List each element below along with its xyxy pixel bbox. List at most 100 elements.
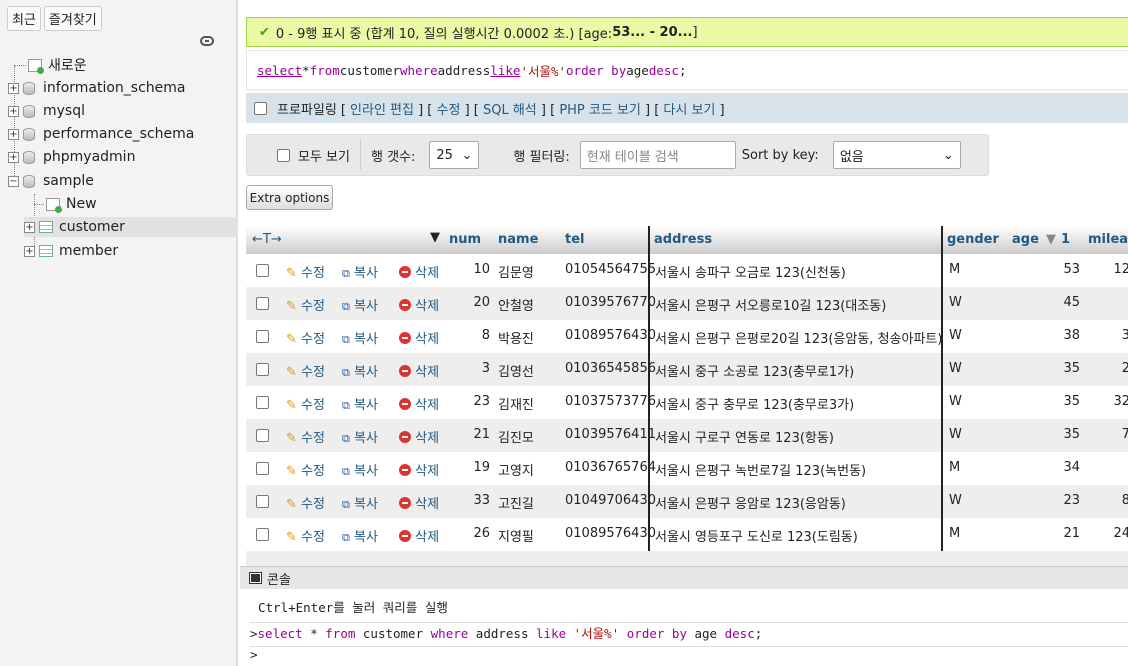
expand-icon[interactable]: + <box>8 105 19 117</box>
row-filter-input[interactable]: 현재 테이블 검색 <box>579 141 736 169</box>
cell-age[interactable]: 21 <box>1046 526 1080 541</box>
row-checkbox[interactable] <box>256 264 269 277</box>
row-count-select[interactable]: 25 ⌄ <box>429 141 480 169</box>
cell-gender[interactable]: M <box>949 460 960 475</box>
cell-mileage[interactable]: 8 <box>1106 493 1128 508</box>
cell-num[interactable]: 20 <box>446 295 490 310</box>
edit-row-button[interactable]: ✎ 수정 <box>286 295 325 314</box>
tree-item-performance-schema[interactable]: + performance_schema <box>8 124 194 144</box>
delete-row-button[interactable]: 삭제 <box>399 493 439 512</box>
cell-address[interactable]: 서울시 송파구 오금로 123(신천동) <box>655 262 846 281</box>
sort-dropdown-icon[interactable]: ▼ <box>430 230 440 245</box>
copy-row-button[interactable]: ⧉ 복사 <box>342 394 378 413</box>
cell-mileage[interactable]: 24 <box>1106 526 1128 541</box>
edit-row-button[interactable]: ✎ 수정 <box>286 262 325 281</box>
cell-address[interactable]: 서울시 구로구 연동로 123(항동) <box>655 427 834 446</box>
cell-name[interactable]: 김재진 <box>498 394 534 413</box>
copy-row-button[interactable]: ⧉ 복사 <box>342 526 378 545</box>
row-checkbox[interactable] <box>256 495 269 508</box>
row-checkbox[interactable] <box>256 462 269 475</box>
tree-item-mysql[interactable]: + mysql <box>8 101 85 121</box>
cell-address[interactable]: 서울시 은평구 서오릉로10길 123(대조동) <box>655 295 886 314</box>
cell-age[interactable]: 23 <box>1046 493 1080 508</box>
cell-name[interactable]: 김문영 <box>498 262 534 281</box>
cell-name[interactable]: 고영지 <box>498 460 534 479</box>
sql-keyword-like[interactable]: like <box>490 63 520 78</box>
sort-key-select[interactable]: 없음 ⌄ <box>832 141 961 169</box>
cell-tel[interactable]: 01036545856 <box>565 361 656 376</box>
cell-mileage[interactable]: 2 <box>1106 361 1128 376</box>
cell-age[interactable]: 53 <box>1046 262 1080 277</box>
show-all-checkbox[interactable] <box>277 148 290 162</box>
cell-mileage[interactable]: 3 <box>1106 328 1128 343</box>
cell-mileage[interactable]: 7 <box>1106 427 1128 442</box>
column-header-gender[interactable]: gender <box>947 232 999 247</box>
cell-num[interactable]: 21 <box>446 427 490 442</box>
cell-age[interactable]: 38 <box>1046 328 1080 343</box>
refresh-link[interactable]: 다시 보기 <box>663 103 715 118</box>
copy-row-button[interactable]: ⧉ 복사 <box>342 460 378 479</box>
tree-item-new-db[interactable]: 새로운 <box>14 55 87 75</box>
cell-gender[interactable]: M <box>949 262 960 277</box>
cell-name[interactable]: 김영선 <box>498 361 534 380</box>
edit-row-button[interactable]: ✎ 수정 <box>286 394 325 413</box>
delete-row-button[interactable]: 삭제 <box>399 328 439 347</box>
cell-age[interactable]: 35 <box>1046 361 1080 376</box>
cell-num[interactable]: 26 <box>446 526 490 541</box>
row-checkbox[interactable] <box>256 528 269 541</box>
copy-row-button[interactable]: ⧉ 복사 <box>342 328 378 347</box>
copy-row-button[interactable]: ⧉ 복사 <box>342 295 378 314</box>
column-header-mileage[interactable]: mileag <box>1088 232 1128 247</box>
cell-tel[interactable]: 01037573776 <box>565 394 656 409</box>
console-input[interactable]: > <box>250 647 258 662</box>
cell-num[interactable]: 19 <box>446 460 490 475</box>
column-header-address[interactable]: address <box>654 232 712 247</box>
cell-age[interactable]: 45 <box>1046 295 1080 310</box>
tree-item-member[interactable]: + member <box>24 241 118 261</box>
cell-gender[interactable]: W <box>949 427 962 442</box>
delete-row-button[interactable]: 삭제 <box>399 526 439 545</box>
cell-mileage[interactable]: 12 <box>1106 262 1128 277</box>
row-checkbox[interactable] <box>256 363 269 376</box>
cell-num[interactable]: 8 <box>446 328 490 343</box>
copy-row-button[interactable]: ⧉ 복사 <box>342 361 378 380</box>
cell-tel[interactable]: 01039576411 <box>565 427 656 442</box>
column-header-age[interactable]: age <box>1012 232 1039 247</box>
cell-gender[interactable]: M <box>949 526 960 541</box>
edit-row-button[interactable]: ✎ 수정 <box>286 460 325 479</box>
cell-age[interactable]: 34 <box>1046 460 1080 475</box>
edit-row-button[interactable]: ✎ 수정 <box>286 493 325 512</box>
recent-button[interactable]: 최근 <box>7 6 41 31</box>
copy-row-button[interactable]: ⧉ 복사 <box>342 262 378 281</box>
column-header-name[interactable]: name <box>498 232 538 247</box>
column-arrows-icon[interactable]: ←T→ <box>252 232 282 247</box>
extra-options-button[interactable]: Extra options <box>246 185 333 210</box>
link-icon[interactable] <box>200 36 214 46</box>
cell-name[interactable]: 김진모 <box>498 427 534 446</box>
cell-address[interactable]: 서울시 영등포구 도신로 123(도림동) <box>655 526 858 545</box>
cell-tel[interactable]: 01039576770 <box>565 295 656 310</box>
explain-sql-link[interactable]: SQL 해석 <box>483 103 537 118</box>
edit-link[interactable]: 수정 <box>437 103 461 118</box>
cell-name[interactable]: 안철영 <box>498 295 534 314</box>
tree-item-sample[interactable]: − sample <box>8 171 94 191</box>
cell-tel[interactable]: 01089576430 <box>565 328 656 343</box>
expand-icon[interactable]: + <box>8 82 19 94</box>
cell-address[interactable]: 서울시 중구 소공로 123(충무로1가) <box>655 361 854 380</box>
delete-row-button[interactable]: 삭제 <box>399 394 439 413</box>
cell-num[interactable]: 33 <box>446 493 490 508</box>
cell-address[interactable]: 서울시 중구 충무로 123(충무로3가) <box>655 394 854 413</box>
favorites-button[interactable]: 즐겨찾기 <box>43 6 102 31</box>
tree-item-customer[interactable]: + customer <box>24 217 238 237</box>
tree-item-information-schema[interactable]: + information_schema <box>8 78 186 98</box>
cell-address[interactable]: 서울시 은평구 은평로20길 123(응암동, 청송아파트) <box>655 328 942 347</box>
cell-name[interactable]: 지영필 <box>498 526 534 545</box>
edit-row-button[interactable]: ✎ 수정 <box>286 427 325 446</box>
expand-icon[interactable]: + <box>24 245 35 257</box>
delete-row-button[interactable]: 삭제 <box>399 262 439 281</box>
cell-num[interactable]: 3 <box>446 361 490 376</box>
cell-gender[interactable]: W <box>949 394 962 409</box>
edit-row-button[interactable]: ✎ 수정 <box>286 361 325 380</box>
cell-tel[interactable]: 01054564755 <box>565 262 656 277</box>
console-last-query[interactable]: >select * from customer where address li… <box>250 622 1128 647</box>
